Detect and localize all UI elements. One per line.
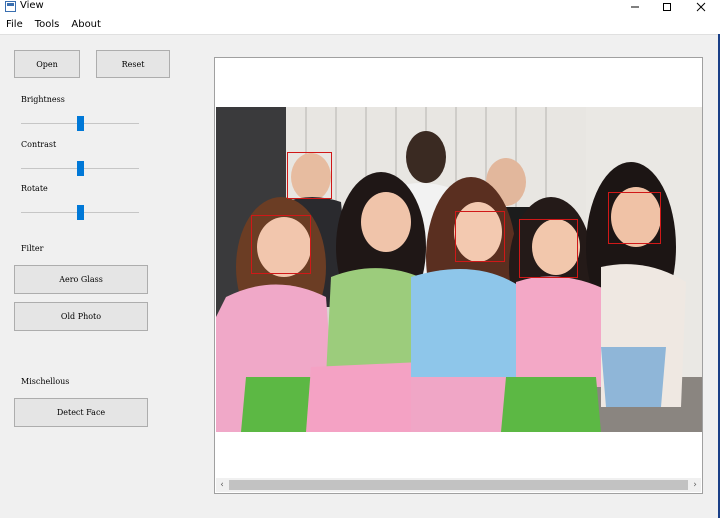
scrollbar-thumb[interactable]	[229, 480, 688, 490]
horizontal-scrollbar[interactable]: ‹ ›	[216, 478, 701, 492]
minimize-icon	[631, 6, 639, 8]
face-detection-box	[608, 192, 661, 244]
image-view[interactable]: ‹ ›	[214, 57, 703, 494]
misc-label: Mischellous	[21, 377, 70, 386]
close-icon	[696, 2, 706, 12]
contrast-label: Contrast	[21, 140, 57, 149]
face-detection-box	[519, 219, 578, 278]
contrast-slider-thumb[interactable]	[76, 161, 84, 176]
maximize-icon	[663, 3, 671, 11]
detect-face-button[interactable]: Detect Face	[14, 398, 148, 427]
menu-bar: File Tools About	[0, 16, 720, 34]
menu-file[interactable]: File	[6, 18, 23, 32]
window-title: View	[20, 0, 44, 11]
filter-label: Filter	[21, 244, 44, 253]
minimize-button[interactable]	[620, 0, 650, 14]
old-photo-button[interactable]: Old Photo	[14, 302, 148, 331]
close-button[interactable]	[686, 0, 716, 14]
reset-button[interactable]: Reset	[96, 50, 170, 78]
open-button[interactable]: Open	[14, 50, 80, 78]
maximize-button[interactable]	[652, 0, 682, 14]
scroll-right-icon[interactable]: ›	[689, 479, 701, 491]
scroll-left-icon[interactable]: ‹	[216, 479, 228, 491]
title-bar: View	[0, 0, 720, 16]
menu-separator	[0, 34, 720, 41]
face-detection-box	[251, 215, 311, 274]
rotate-label: Rotate	[21, 184, 48, 193]
menu-tools[interactable]: Tools	[35, 18, 60, 32]
menu-about[interactable]: About	[71, 18, 101, 32]
app-icon	[5, 1, 16, 12]
rotate-slider-thumb[interactable]	[76, 205, 84, 220]
aero-glass-button[interactable]: Aero Glass	[14, 265, 148, 294]
brightness-label: Brightness	[21, 95, 65, 104]
face-detection-box	[455, 211, 505, 262]
brightness-slider-thumb[interactable]	[76, 116, 84, 131]
face-detection-box	[287, 152, 332, 199]
